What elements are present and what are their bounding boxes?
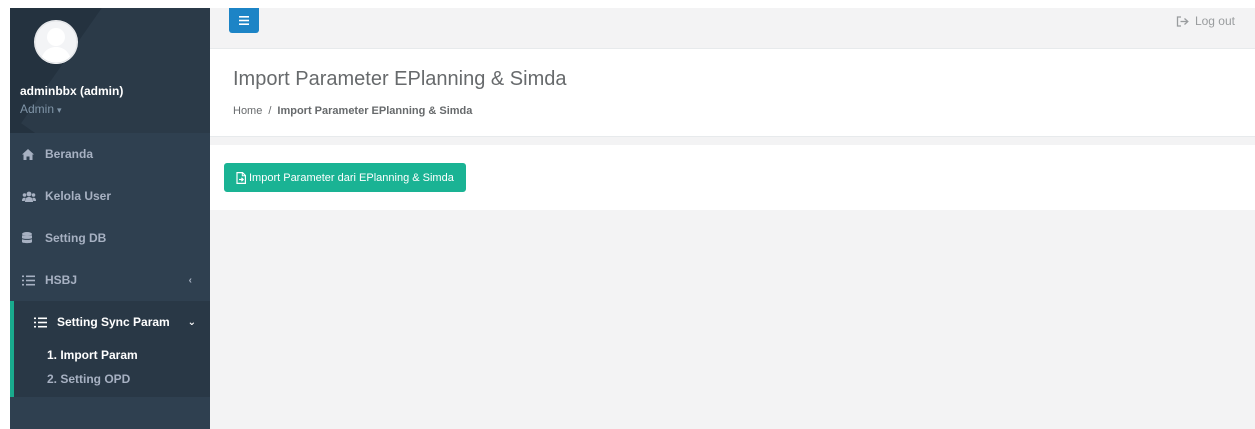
breadcrumb-separator: / <box>268 105 272 117</box>
sidebar-item-label: Setting DB <box>45 231 107 245</box>
list-icon <box>22 275 40 286</box>
sidebar-subitem-import-param[interactable]: 1. Import Param <box>14 343 210 367</box>
user-role-dropdown[interactable]: Admin ▾ <box>20 102 62 116</box>
list-icon <box>34 317 52 328</box>
sidebar-item-kelola-user[interactable]: Kelola User <box>10 175 210 217</box>
sidebar-item-label: Kelola User <box>45 189 112 203</box>
breadcrumb-current: Import Parameter EPlanning & Simda <box>277 105 473 117</box>
topbar: Log out <box>210 8 1255 49</box>
app-window: adminbbx (admin) Admin ▾ Beranda Kelola U… <box>0 0 1255 429</box>
logout-link[interactable]: Log out <box>1176 14 1235 28</box>
action-panel: Import Parameter dari EPlanning & Simda <box>210 145 1255 210</box>
page-title: Import Parameter EPlanning & Simda <box>233 68 567 90</box>
sidebar-item-setting-sync-param[interactable]: Setting Sync Param ⌄ <box>10 301 210 343</box>
page-heading: Import Parameter EPlanning & Simda Home /… <box>210 49 1255 137</box>
sidebar-item-setting-db[interactable]: Setting DB <box>10 217 210 259</box>
sign-out-icon <box>1176 15 1189 27</box>
sidebar-submenu: 1. Import Param 2. Setting OPD <box>10 343 210 397</box>
logout-label: Log out <box>1194 14 1235 28</box>
sidebar-item-hsbj[interactable]: HSBJ ‹ <box>10 259 210 301</box>
sidebar-subitem-setting-opd[interactable]: 2. Setting OPD <box>14 367 210 391</box>
database-icon <box>22 232 40 244</box>
home-icon <box>22 148 40 160</box>
import-parameter-label: Import Parameter dari EPlanning & Simda <box>249 171 454 184</box>
sidebar-item-beranda[interactable]: Beranda <box>10 133 210 175</box>
chevron-left-icon: ‹ <box>188 274 192 286</box>
users-icon <box>22 191 40 202</box>
sidebar-item-label: Setting Sync Param <box>57 315 170 329</box>
breadcrumb-home[interactable]: Home <box>233 105 262 117</box>
import-parameter-button[interactable]: Import Parameter dari EPlanning & Simda <box>224 163 466 192</box>
hamburger-icon <box>239 16 249 25</box>
chevron-down-icon: ⌄ <box>187 316 196 328</box>
sidebar-toggle-button[interactable] <box>229 8 259 33</box>
user-silhouette-icon <box>34 20 78 64</box>
file-import-icon <box>236 171 246 184</box>
sidebar-item-label: HSBJ <box>45 273 78 287</box>
sidebar: adminbbx (admin) Admin ▾ Beranda Kelola U… <box>10 8 210 429</box>
avatar[interactable] <box>34 20 78 64</box>
profile-panel: adminbbx (admin) Admin ▾ <box>10 8 210 133</box>
username[interactable]: adminbbx (admin) <box>20 84 123 98</box>
sidebar-item-label: Beranda <box>45 147 94 161</box>
caret-down-icon: ▾ <box>57 105 62 115</box>
breadcrumb: Home / Import Parameter EPlanning & Simda <box>233 105 472 117</box>
sidebar-nav: Beranda Kelola User Setting DB HSBJ ‹ Se… <box>10 133 210 343</box>
user-role-label: Admin <box>20 102 55 116</box>
